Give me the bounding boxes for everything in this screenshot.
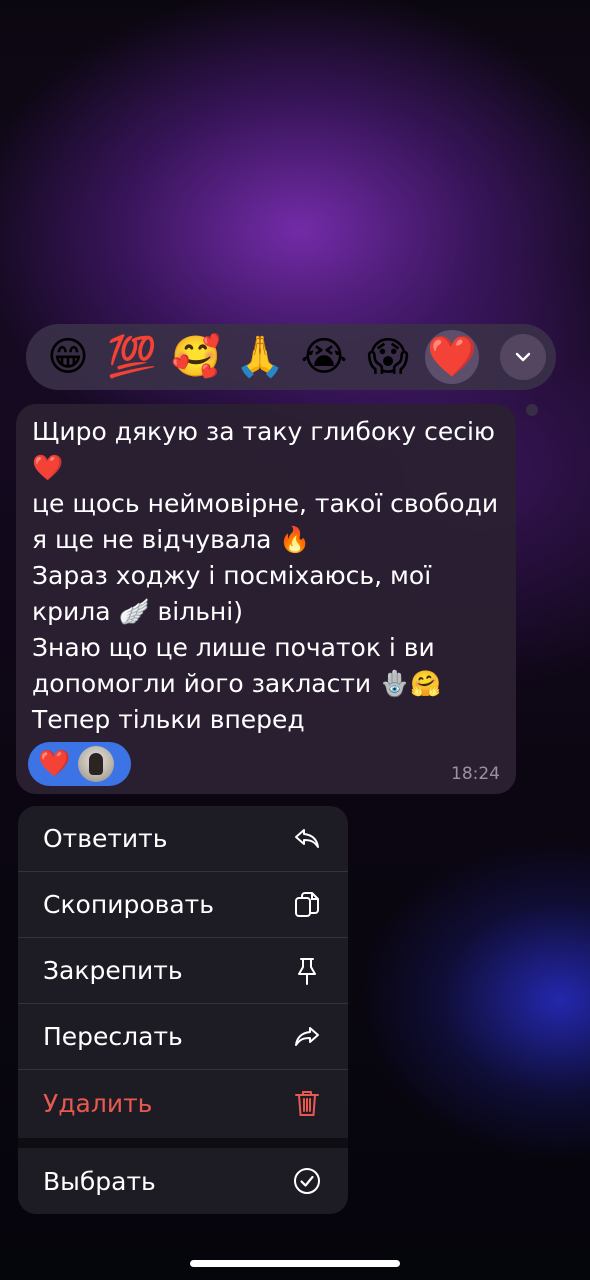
copy-button[interactable]: Скопировать (18, 872, 348, 938)
reaction-loudly-crying-face[interactable]: 😭 (292, 329, 356, 385)
reaction-smiling-face-with-hearts[interactable]: 🥰 (164, 329, 228, 385)
home-indicator[interactable] (190, 1260, 400, 1267)
forward-label: Переслать (43, 1022, 183, 1051)
reaction-picker: 😁 💯 🥰 🙏 😭 😱 ❤️ (26, 324, 556, 390)
avatar (78, 746, 115, 782)
copy-icon (292, 890, 322, 920)
loudly-crying-face-emoji: 😭 (300, 334, 348, 380)
pin-button[interactable]: Закрепить (18, 938, 348, 1004)
reaction-red-heart-selected[interactable]: ❤️ (420, 329, 484, 385)
hundred-points-emoji: 💯 (107, 334, 157, 380)
reply-label: Ответить (43, 824, 168, 853)
trash-icon (292, 1088, 322, 1118)
message-bubble[interactable]: Щиро дякую за таку глибоку сесію ❤️ це щ… (16, 404, 516, 794)
delete-button[interactable]: Удалить (18, 1070, 348, 1136)
reply-button[interactable]: Ответить (18, 806, 348, 872)
chip-heart-emoji: ❤️ (38, 749, 71, 779)
select-label: Выбрать (43, 1166, 156, 1196)
pin-label: Закрепить (43, 956, 183, 985)
message-reaction-chip[interactable]: ❤️ (28, 742, 131, 786)
expand-reactions-button[interactable] (500, 334, 546, 380)
message-timestamp: 18:24 (451, 764, 500, 784)
reaction-screaming-face[interactable]: 😱 (356, 329, 420, 385)
message-text: Щиро дякую за таку глибоку сесію ❤️ це щ… (32, 417, 499, 734)
pin-icon (292, 956, 322, 986)
copy-label: Скопировать (43, 890, 214, 919)
folded-hands-emoji: 🙏 (235, 334, 285, 380)
context-menu: Ответить Скопировать Закрепить Переслать… (18, 806, 348, 1214)
reply-icon (292, 824, 322, 854)
grinning-face-emoji: 😁 (47, 334, 89, 380)
reaction-folded-hands[interactable]: 🙏 (228, 329, 292, 385)
delete-label: Удалить (43, 1088, 153, 1118)
screaming-face-emoji: 😱 (367, 334, 409, 380)
forward-icon (292, 1022, 322, 1052)
reaction-picker-tail (526, 404, 538, 416)
chevron-down-icon (515, 352, 531, 362)
reaction-grinning-face[interactable]: 😁 (36, 329, 100, 385)
forward-button[interactable]: Переслать (18, 1004, 348, 1070)
reaction-hundred-points[interactable]: 💯 (100, 329, 164, 385)
smiling-face-with-hearts-emoji: 🥰 (171, 334, 221, 380)
check-circle-icon (292, 1166, 322, 1196)
select-button[interactable]: Выбрать (18, 1148, 348, 1214)
red-heart-emoji: ❤️ (427, 334, 477, 380)
menu-separator (18, 1138, 348, 1148)
